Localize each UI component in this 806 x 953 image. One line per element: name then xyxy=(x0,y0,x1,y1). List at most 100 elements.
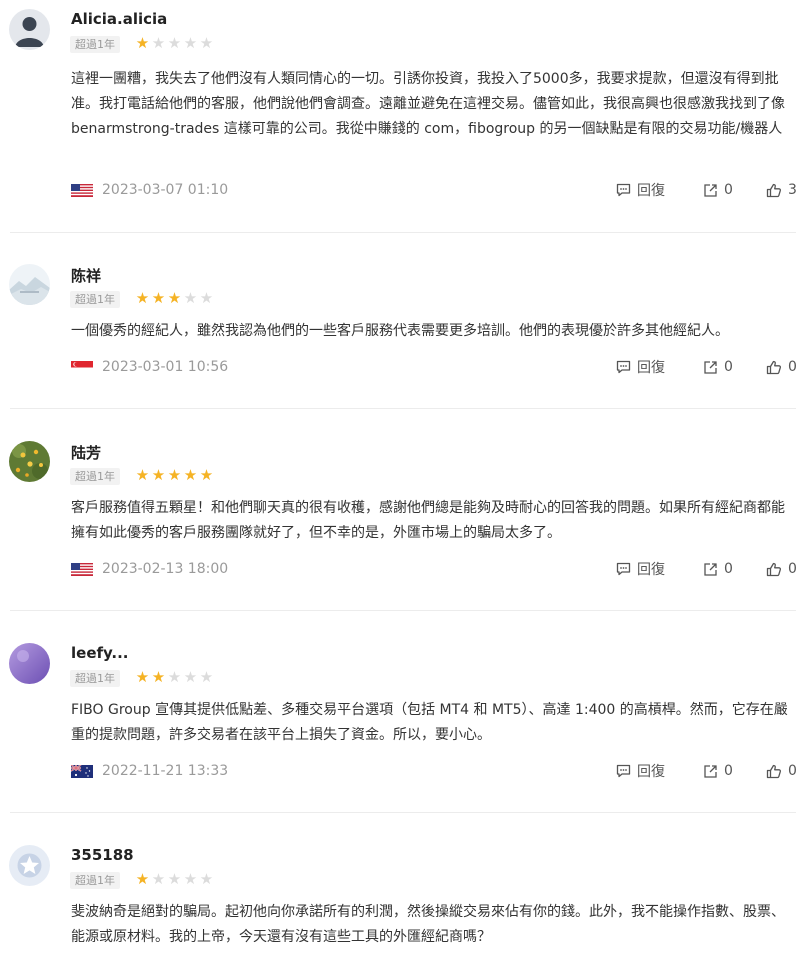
avatar[interactable] xyxy=(9,264,50,305)
review-card: 陈祥 超過1年 ★ ★ ★ ★ ★ 一個優秀的經紀人，雖然我認為他們的一些客戶服… xyxy=(0,255,806,408)
share-icon xyxy=(703,764,718,779)
like-count: 0 xyxy=(788,561,797,577)
review-date: 2023-03-07 01:10 xyxy=(102,182,229,198)
reply-label: 回復 xyxy=(637,360,665,376)
reply-button[interactable]: 回復 xyxy=(616,760,665,782)
star-filled-icon: ★ xyxy=(135,34,150,52)
au-flag-icon xyxy=(71,765,93,778)
username[interactable]: Alicia.alicia xyxy=(71,10,167,28)
sg-flag-icon xyxy=(71,361,93,374)
star-empty-icon: ★ xyxy=(167,34,182,52)
star-filled-icon: ★ xyxy=(135,289,150,307)
reply-button[interactable]: 回復 xyxy=(616,179,665,201)
review-meta: 2023-03-01 10:56 回復 0 0 xyxy=(0,356,806,378)
star-rating: ★ ★ ★ ★ ★ xyxy=(135,467,214,484)
share-button[interactable]: 0 xyxy=(703,760,733,782)
thumbs-up-icon xyxy=(766,562,782,577)
star-rating: ★ ★ ★ ★ ★ xyxy=(135,35,214,52)
comment-icon xyxy=(616,360,631,374)
reply-button[interactable]: 回復 xyxy=(616,356,665,378)
star-filled-icon: ★ xyxy=(151,668,166,686)
avatar[interactable] xyxy=(9,845,50,886)
avatar[interactable] xyxy=(9,441,50,482)
share-button[interactable]: 0 xyxy=(703,356,733,378)
review-meta: 2023-03-07 01:10 回復 0 3 xyxy=(0,179,806,201)
thumbs-up-icon xyxy=(766,764,782,779)
us-flag-icon xyxy=(71,184,93,197)
star-filled-icon: ★ xyxy=(151,466,166,484)
star-empty-icon: ★ xyxy=(183,668,198,686)
username[interactable]: 陆芳 xyxy=(71,442,101,463)
review-card: 陆芳 超過1年 ★ ★ ★ ★ ★ 客戶服務值得五顆星！和他們聊天真的很有收穫，… xyxy=(0,432,806,610)
divider xyxy=(10,408,796,409)
review-meta: 2023-02-13 18:00 回復 0 0 xyxy=(0,558,806,580)
star-rating: ★ ★ ★ ★ ★ xyxy=(135,871,214,888)
share-button[interactable]: 0 xyxy=(703,179,733,201)
star-empty-icon: ★ xyxy=(199,289,214,307)
tenure-badge: 超過1年 xyxy=(70,291,120,308)
reply-button[interactable]: 回復 xyxy=(616,558,665,580)
review-text: 客戶服務值得五顆星！和他們聊天真的很有收穫，感謝他們總是能夠及時耐心的回答我的問… xyxy=(71,500,785,541)
tenure-badge: 超過1年 xyxy=(70,872,120,889)
reply-label: 回復 xyxy=(637,764,665,780)
star-empty-icon: ★ xyxy=(183,34,198,52)
review-date: 2023-02-13 18:00 xyxy=(102,561,229,577)
review-card: leefy... 超過1年 ★ ★ ★ ★ ★ FIBO Group 宣傳其提供… xyxy=(0,634,806,812)
review-text: 這裡一團糟，我失去了他們沒有人類同情心的一切。引誘你投資，我投入了5000多，我… xyxy=(71,71,785,137)
avatar[interactable] xyxy=(9,9,50,50)
like-button[interactable]: 0 xyxy=(766,356,797,378)
like-count: 0 xyxy=(788,763,797,779)
share-button[interactable]: 0 xyxy=(703,558,733,580)
review-meta: 2022-11-21 13:33 回復 0 0 xyxy=(0,760,806,782)
star-filled-icon: ★ xyxy=(135,870,150,888)
review-text: FIBO Group 宣傳其提供低點差、多種交易平台選項（包括 MT4 和 MT… xyxy=(71,702,788,743)
star-filled-icon: ★ xyxy=(135,668,150,686)
divider xyxy=(10,812,796,813)
review-text: 斐波納奇是絕對的騙局。起初他向你承諾所有的利潤，然後操縱交易來佔有你的錢。此外，… xyxy=(71,904,785,945)
reply-label: 回復 xyxy=(637,562,665,578)
username[interactable]: 陈祥 xyxy=(71,265,101,286)
thumbs-up-icon xyxy=(766,183,782,198)
like-count: 0 xyxy=(788,359,797,375)
star-empty-icon: ★ xyxy=(199,870,214,888)
star-rating: ★ ★ ★ ★ ★ xyxy=(135,290,214,307)
avatar[interactable] xyxy=(9,643,50,684)
share-count: 0 xyxy=(724,182,733,198)
star-filled-icon: ★ xyxy=(167,289,182,307)
star-filled-icon: ★ xyxy=(199,466,214,484)
review-text: 一個優秀的經紀人，雖然我認為他們的一些客戶服務代表需要更多培訓。他們的表現優於許… xyxy=(71,323,729,339)
tenure-badge: 超過1年 xyxy=(70,36,120,53)
share-icon xyxy=(703,562,718,577)
share-icon xyxy=(703,183,718,198)
share-count: 0 xyxy=(724,359,733,375)
like-button[interactable]: 0 xyxy=(766,760,797,782)
comment-icon xyxy=(616,764,631,778)
username[interactable]: leefy... xyxy=(71,644,129,662)
tenure-badge: 超過1年 xyxy=(70,468,120,485)
us-flag-icon xyxy=(71,563,93,576)
star-filled-icon: ★ xyxy=(151,289,166,307)
like-button[interactable]: 3 xyxy=(766,179,797,201)
username[interactable]: 355188 xyxy=(71,846,134,864)
like-button[interactable]: 0 xyxy=(766,558,797,580)
star-empty-icon: ★ xyxy=(167,668,182,686)
thumbs-up-icon xyxy=(766,360,782,375)
share-count: 0 xyxy=(724,763,733,779)
star-empty-icon: ★ xyxy=(199,34,214,52)
comment-icon xyxy=(616,562,631,576)
star-empty-icon: ★ xyxy=(151,34,166,52)
divider xyxy=(10,232,796,233)
like-count: 3 xyxy=(788,182,797,198)
share-count: 0 xyxy=(724,561,733,577)
tenure-badge: 超過1年 xyxy=(70,670,120,687)
star-filled-icon: ★ xyxy=(183,466,198,484)
star-empty-icon: ★ xyxy=(199,668,214,686)
comment-icon xyxy=(616,183,631,197)
star-empty-icon: ★ xyxy=(151,870,166,888)
star-empty-icon: ★ xyxy=(167,870,182,888)
star-filled-icon: ★ xyxy=(167,466,182,484)
share-icon xyxy=(703,360,718,375)
review-date: 2022-11-21 13:33 xyxy=(102,763,229,779)
review-date: 2023-03-01 10:56 xyxy=(102,359,229,375)
review-card: Alicia.alicia 超過1年 ★ ★ ★ ★ ★ 這裡一團糟，我失去了他… xyxy=(0,0,806,232)
